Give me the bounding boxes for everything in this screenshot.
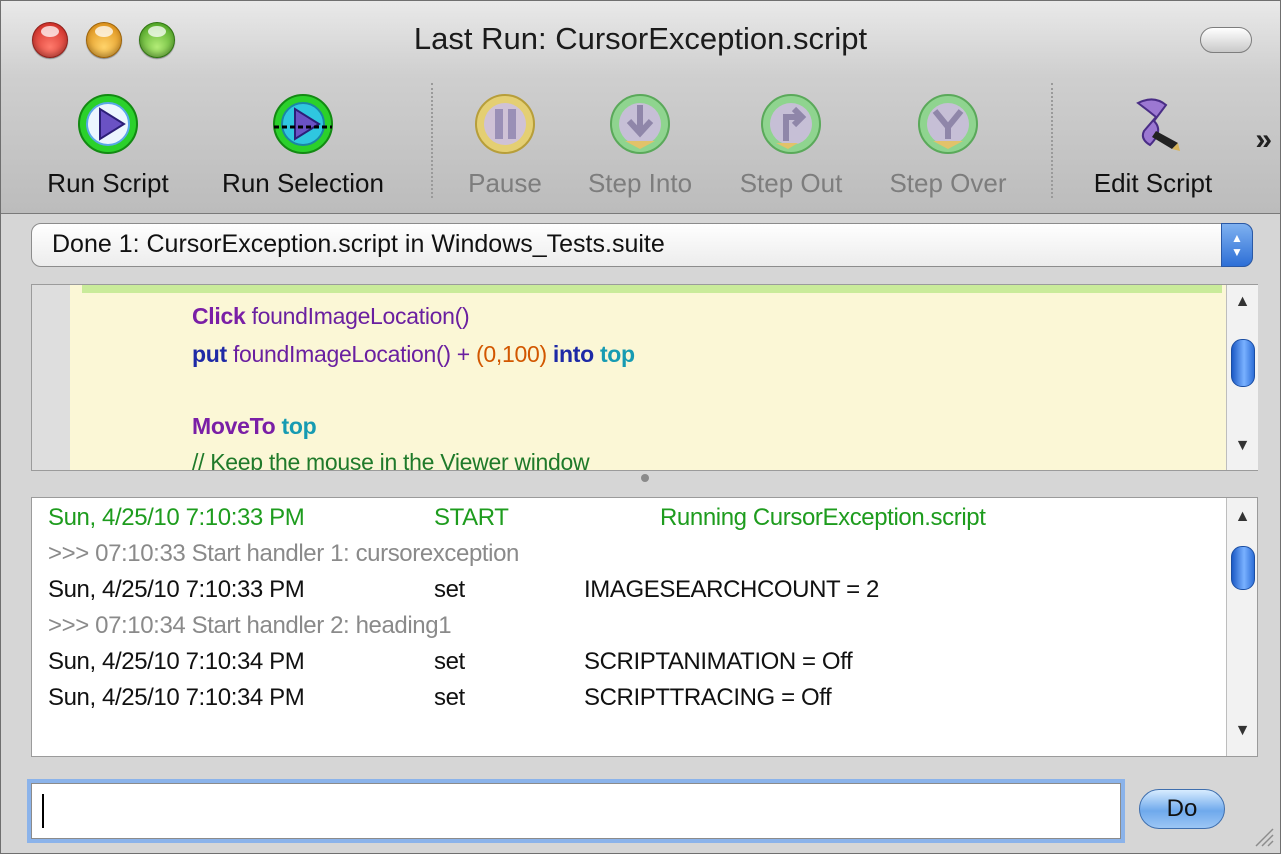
toolbar-toggle-button[interactable]: [1200, 27, 1252, 53]
resize-grip-icon[interactable]: [1252, 825, 1274, 847]
log-action: START: [434, 504, 509, 531]
run-log: Sun, 4/25/10 7:10:33 PM START Running Curs…: [31, 497, 1258, 757]
editor-scrollbar[interactable]: ▲ ▼: [1226, 285, 1258, 470]
log-timestamp: Sun, 4/25/10 7:10:33 PM: [48, 576, 305, 603]
code-token: // Keep the mouse in the Viewer window: [192, 449, 590, 470]
step-into-icon: [610, 94, 670, 154]
log-row: >>> 07:10:33 Start handler 1: cursorexce…: [48, 540, 1218, 574]
current-line-highlight: [82, 285, 1222, 293]
toolbar-item-label: Run Script: [47, 168, 169, 198]
code-token: into: [546, 341, 594, 367]
toolbar-item-label: Step Into: [587, 168, 693, 198]
text-caret: [42, 794, 44, 828]
code-token: put: [192, 341, 227, 367]
run-selection-button[interactable]: Run Selection: [201, 83, 405, 203]
log-message: >>> 07:10:34 Start handler 2: heading1: [48, 612, 452, 639]
log-action: set: [434, 684, 465, 711]
log-row: Sun, 4/25/10 7:10:33 PM START Running Curs…: [48, 504, 1218, 538]
toolbar-overflow-button[interactable]: »: [1255, 123, 1272, 157]
code-area[interactable]: Click foundImageLocation() put foundImage…: [70, 285, 1226, 470]
toolbar-item-label: Step Over: [889, 168, 1007, 198]
log-row: >>> 07:10:34 Start handler 2: heading1: [48, 612, 1218, 646]
log-timestamp: Sun, 4/25/10 7:10:33 PM: [48, 504, 305, 531]
edit-script-button[interactable]: Edit Script: [1073, 83, 1233, 203]
step-over-button[interactable]: Step Over: [871, 83, 1025, 203]
code-line: MoveTo top: [192, 413, 317, 440]
code-token: MoveTo: [192, 413, 276, 439]
log-detail: Running CursorException.script: [660, 504, 986, 531]
code-line: put foundImageLocation() + (0,100) into …: [192, 341, 635, 368]
code-line: // Keep the mouse in the Viewer window: [192, 449, 590, 470]
toolbar-item-label: Pause: [468, 168, 542, 198]
scroll-down-arrow-icon[interactable]: ▼: [1227, 722, 1257, 740]
log-detail: IMAGESEARCHCOUNT = 2: [584, 576, 879, 603]
play-icon: [78, 94, 138, 154]
code-token: foundImageLocation() +: [226, 341, 477, 367]
code-token: foundImageLocation(): [245, 303, 470, 329]
window-title: Last Run: CursorException.script: [413, 21, 868, 56]
editor-gutter: [32, 285, 70, 470]
script-editor[interactable]: Click foundImageLocation() put foundImage…: [31, 284, 1258, 471]
step-over-icon: [918, 94, 978, 154]
log-message: >>> 07:10:33 Start handler 1: cursorexce…: [48, 540, 519, 567]
scroll-thumb[interactable]: [1231, 339, 1255, 387]
run-history-popup[interactable]: Done 1: CursorException.script in Window…: [31, 223, 1253, 267]
log-row: Sun, 4/25/10 7:10:33 PM set IMAGESEARCHCOU…: [48, 576, 1218, 610]
code-token: top: [593, 341, 635, 367]
scroll-thumb[interactable]: [1231, 546, 1255, 590]
pause-icon: [475, 94, 535, 154]
scroll-down-arrow-icon[interactable]: ▼: [1227, 437, 1258, 455]
scroll-up-arrow-icon[interactable]: ▲: [1227, 293, 1258, 311]
toolbar-separator: [431, 83, 433, 198]
log-row: Sun, 4/25/10 7:10:34 PM set SCRIPTTRACING …: [48, 684, 1218, 718]
log-scrollbar[interactable]: ▲ ▼: [1226, 498, 1257, 756]
toolbar-item-label: Run Selection: [222, 168, 384, 198]
toolbar-item-label: Edit Script: [1093, 168, 1213, 198]
code-token: (0,100): [476, 341, 547, 367]
step-into-button[interactable]: Step Into: [569, 83, 711, 203]
edit-script-icon: [1136, 98, 1180, 151]
command-field[interactable]: [31, 783, 1121, 839]
log-detail: SCRIPTTRACING = Off: [584, 684, 832, 711]
window-toolbar: Last Run: CursorException.script Run Scr…: [1, 1, 1280, 214]
scroll-up-arrow-icon[interactable]: ▲: [1227, 508, 1257, 526]
log-row: Sun, 4/25/10 7:10:34 PM set SCRIPTANIMATIO…: [48, 648, 1218, 682]
code-line: Click foundImageLocation(): [192, 303, 470, 330]
popup-arrows-icon: ▲ ▼: [1221, 223, 1253, 267]
pause-button[interactable]: Pause: [451, 83, 559, 203]
step-out-icon: [761, 94, 821, 154]
log-detail: SCRIPTANIMATION = Off: [584, 648, 853, 675]
code-token: top: [275, 413, 317, 439]
run-history-selected: Done 1: CursorException.script in Window…: [52, 230, 665, 258]
log-timestamp: Sun, 4/25/10 7:10:34 PM: [48, 648, 305, 675]
do-button[interactable]: Do: [1139, 789, 1225, 829]
split-view-handle[interactable]: [641, 474, 649, 482]
toolbar-separator: [1051, 83, 1053, 198]
run-script-button[interactable]: Run Script: [29, 83, 187, 203]
play-selection-icon: [273, 94, 333, 154]
code-token: Click: [192, 303, 246, 329]
log-action: set: [434, 576, 465, 603]
log-timestamp: Sun, 4/25/10 7:10:34 PM: [48, 684, 305, 711]
log-action: set: [434, 648, 465, 675]
step-out-button[interactable]: Step Out: [723, 83, 859, 203]
toolbar-item-label: Step Out: [739, 168, 843, 198]
script-run-window: Last Run: CursorException.script Run Scr…: [0, 0, 1281, 854]
